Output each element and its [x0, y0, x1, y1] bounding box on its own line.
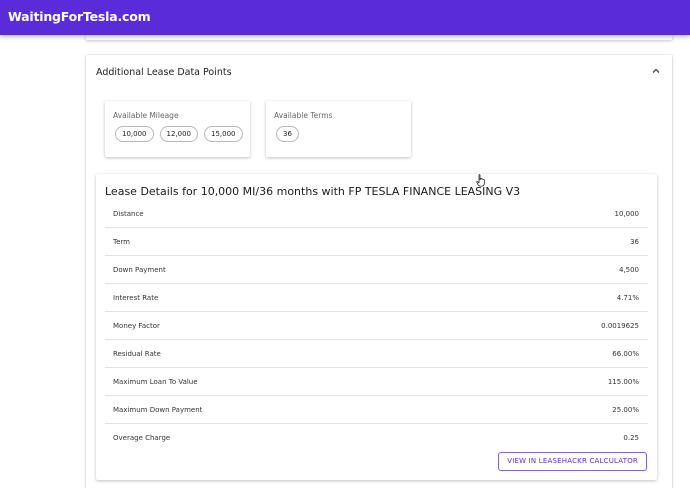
row-value: 0.25 [623, 434, 639, 442]
table-row: Residual Rate 66.00% [105, 340, 648, 368]
brand-logo-text[interactable]: WaitingForTesla.com [8, 9, 151, 24]
table-row: Overage Charge 0.25 [105, 424, 648, 452]
row-label: Down Payment [113, 266, 166, 274]
row-value: 4.71% [616, 294, 639, 302]
lease-details-table: Distance 10,000 Term 36 Down Payment 4,5… [105, 200, 648, 452]
chevron-up-icon[interactable] [650, 65, 662, 77]
leasehackr-calculator-button[interactable]: VIEW IN LEASEHACKR CALCULATOR [498, 452, 647, 471]
mileage-chip[interactable]: 10,000 [115, 126, 154, 142]
row-value: 25.00% [612, 406, 639, 414]
terms-card: Available Terms 36 [266, 101, 411, 157]
table-row: Distance 10,000 [105, 200, 648, 228]
term-chip[interactable]: 36 [276, 126, 299, 142]
row-value: 0.0019625 [601, 322, 639, 330]
row-label: Interest Rate [113, 294, 159, 302]
table-row: Maximum Loan To Value 115.00% [105, 368, 648, 396]
row-label: Money Factor [113, 322, 160, 330]
table-row: Down Payment 4,500 [105, 256, 648, 284]
mileage-label: Available Mileage [113, 111, 179, 120]
table-row: Interest Rate 4.71% [105, 284, 648, 312]
row-label: Residual Rate [113, 350, 161, 358]
table-row: Term 36 [105, 228, 648, 256]
table-row: Maximum Down Payment 25.00% [105, 396, 648, 424]
row-value: 66.00% [612, 350, 639, 358]
row-value: 4,500 [618, 266, 639, 274]
row-label: Overage Charge [113, 434, 171, 442]
additional-lease-panel: Additional Lease Data Points Available M… [86, 55, 672, 488]
row-label: Term [113, 238, 130, 246]
lease-details-card: Lease Details for 10,000 MI/36 months wi… [96, 174, 657, 480]
app-bar: WaitingForTesla.com [0, 0, 690, 35]
row-label: Maximum Loan To Value [113, 378, 198, 386]
mileage-chip[interactable]: 15,000 [204, 126, 243, 142]
hand-cursor-icon [476, 174, 485, 187]
panel-title[interactable]: Additional Lease Data Points [96, 67, 232, 78]
row-value: 115.00% [607, 378, 639, 386]
lease-details-title: Lease Details for 10,000 MI/36 months wi… [105, 185, 521, 198]
mileage-chip[interactable]: 12,000 [159, 126, 198, 142]
row-label: Maximum Down Payment [113, 406, 203, 414]
row-label: Distance [113, 210, 144, 218]
terms-label: Available Terms [274, 111, 333, 120]
table-row: Money Factor 0.0019625 [105, 312, 648, 340]
mileage-card: Available Mileage 10,000 12,000 15,000 [105, 101, 250, 157]
row-value: 36 [630, 238, 639, 246]
row-value: 10,000 [614, 210, 640, 218]
